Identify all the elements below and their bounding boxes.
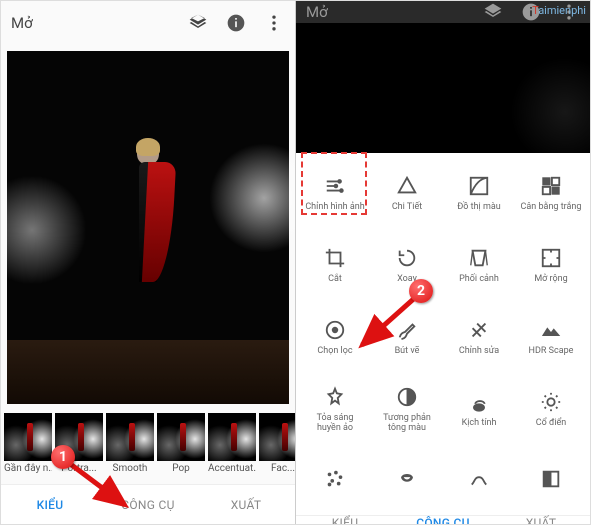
tool-grunge[interactable] bbox=[444, 447, 514, 515]
tonal-icon bbox=[395, 385, 419, 409]
tool-label: Phối cảnh bbox=[459, 274, 499, 284]
app-bar: Mở bbox=[1, 1, 295, 45]
tool-label: Mở rộng bbox=[534, 274, 567, 284]
looks-thumb-label: Fac... bbox=[271, 463, 295, 474]
hdr-icon bbox=[539, 318, 563, 342]
tool-label: Chỉnh sửa bbox=[459, 346, 499, 356]
step-badge-1: 1 bbox=[51, 445, 75, 469]
looks-thumb-label: Pop bbox=[172, 463, 190, 474]
more-vert-icon[interactable] bbox=[263, 12, 285, 34]
right-pane: Taimienphi Mở Chỉnh hình ảnh Chi Tiết Đồ t… bbox=[295, 1, 590, 524]
expand-icon bbox=[539, 246, 563, 270]
tool-label: Tương phản tông màu bbox=[376, 413, 438, 433]
tool-curves[interactable]: Đồ thị màu bbox=[444, 159, 514, 227]
tool-label: Cân bằng trắng bbox=[521, 202, 582, 212]
tool-label: Chỉnh hình ảnh bbox=[305, 202, 364, 212]
vintage-icon bbox=[539, 390, 563, 414]
tool-expand[interactable]: Mở rộng bbox=[516, 231, 586, 299]
bottom-nav: KIỂU CÔNG CỤ XUẤT bbox=[1, 484, 295, 524]
tool-perspective[interactable]: Phối cảnh bbox=[444, 231, 514, 299]
tool-label: Chi Tiết bbox=[392, 202, 422, 212]
crop-icon bbox=[323, 246, 347, 270]
left-pane: Mở Gần đây n...Portra...SmoothPopAccentu… bbox=[1, 1, 295, 524]
looks-thumb[interactable]: Fac... bbox=[259, 413, 295, 484]
tool-details[interactable]: Chi Tiết bbox=[372, 159, 442, 227]
drama-icon bbox=[467, 390, 491, 414]
step-badge-2: 2 bbox=[409, 279, 433, 303]
looks-thumb-label: Gần đây n... bbox=[4, 463, 52, 474]
tool-bw[interactable] bbox=[516, 447, 586, 515]
tab-xuat[interactable]: XUẤT bbox=[197, 485, 295, 524]
details-icon bbox=[395, 174, 419, 198]
tool-label: Cổ điển bbox=[536, 418, 567, 428]
bw-icon bbox=[539, 467, 563, 491]
tool-grainy[interactable] bbox=[300, 447, 370, 515]
perspective-icon bbox=[467, 246, 491, 270]
whitebal-icon bbox=[539, 174, 563, 198]
tool-retrolux[interactable] bbox=[372, 447, 442, 515]
selective-icon bbox=[323, 318, 347, 342]
tool-vintage[interactable]: Cổ điển bbox=[516, 375, 586, 443]
tool-label: Cắt bbox=[328, 274, 342, 284]
tool-whitebal[interactable]: Cân bằng trắng bbox=[516, 159, 586, 227]
open-button[interactable]: Mở bbox=[11, 14, 33, 32]
grainy-icon bbox=[323, 467, 347, 491]
arrow-annotation bbox=[63, 457, 143, 517]
lens-flare bbox=[1, 175, 87, 285]
tab-kieu[interactable]: KIỂU bbox=[296, 516, 394, 524]
open-button[interactable]: Mở bbox=[306, 3, 328, 21]
lens-flare bbox=[209, 143, 295, 253]
tool-glamour[interactable]: Tỏa sáng huyền ảo bbox=[300, 375, 370, 443]
tune-icon bbox=[323, 174, 347, 198]
watermark: Taimienphi bbox=[532, 4, 586, 17]
looks-thumb-label: Accentuat... bbox=[208, 463, 256, 474]
image-canvas[interactable] bbox=[7, 51, 289, 404]
tool-healing[interactable]: Chỉnh sửa bbox=[444, 303, 514, 371]
tool-label: Kịch tính bbox=[462, 418, 497, 428]
bottom-nav: KIỂU CÔNG CỤ XUẤT bbox=[296, 515, 590, 524]
grunge-icon bbox=[467, 467, 491, 491]
looks-thumb[interactable]: Pop bbox=[157, 413, 205, 484]
tool-tune[interactable]: Chỉnh hình ảnh bbox=[300, 159, 370, 227]
tool-label: Tỏa sáng huyền ảo bbox=[304, 413, 366, 433]
tools-sheet: Chỉnh hình ảnh Chi Tiết Đồ thị màu Cân bằng… bbox=[296, 153, 590, 515]
tool-drama[interactable]: Kịch tính bbox=[444, 375, 514, 443]
looks-thumb[interactable]: Gần đây n... bbox=[4, 413, 52, 484]
stacks-icon[interactable] bbox=[187, 12, 209, 34]
tool-hdr[interactable]: HDR Scape bbox=[516, 303, 586, 371]
stacks-icon[interactable] bbox=[482, 1, 504, 23]
tab-congcu[interactable]: CÔNG CỤ bbox=[394, 516, 492, 524]
tool-crop[interactable]: Cắt bbox=[300, 231, 370, 299]
image-canvas-dimmed bbox=[296, 23, 590, 153]
healing-icon bbox=[467, 318, 491, 342]
tool-tonal[interactable]: Tương phản tông màu bbox=[372, 375, 442, 443]
info-icon[interactable] bbox=[225, 12, 247, 34]
looks-strip: Gần đây n...Portra...SmoothPopAccentuat.… bbox=[1, 410, 295, 484]
photo-subject bbox=[123, 140, 173, 300]
retrolux-icon bbox=[395, 467, 419, 491]
tool-label: HDR Scape bbox=[529, 346, 574, 356]
glamour-icon bbox=[323, 385, 347, 409]
tab-xuat[interactable]: XUẤT bbox=[492, 516, 590, 524]
looks-thumb[interactable]: Accentuat... bbox=[208, 413, 256, 484]
curves-icon bbox=[467, 174, 491, 198]
tool-label: Đồ thị màu bbox=[457, 202, 500, 212]
rotate-icon bbox=[395, 246, 419, 270]
